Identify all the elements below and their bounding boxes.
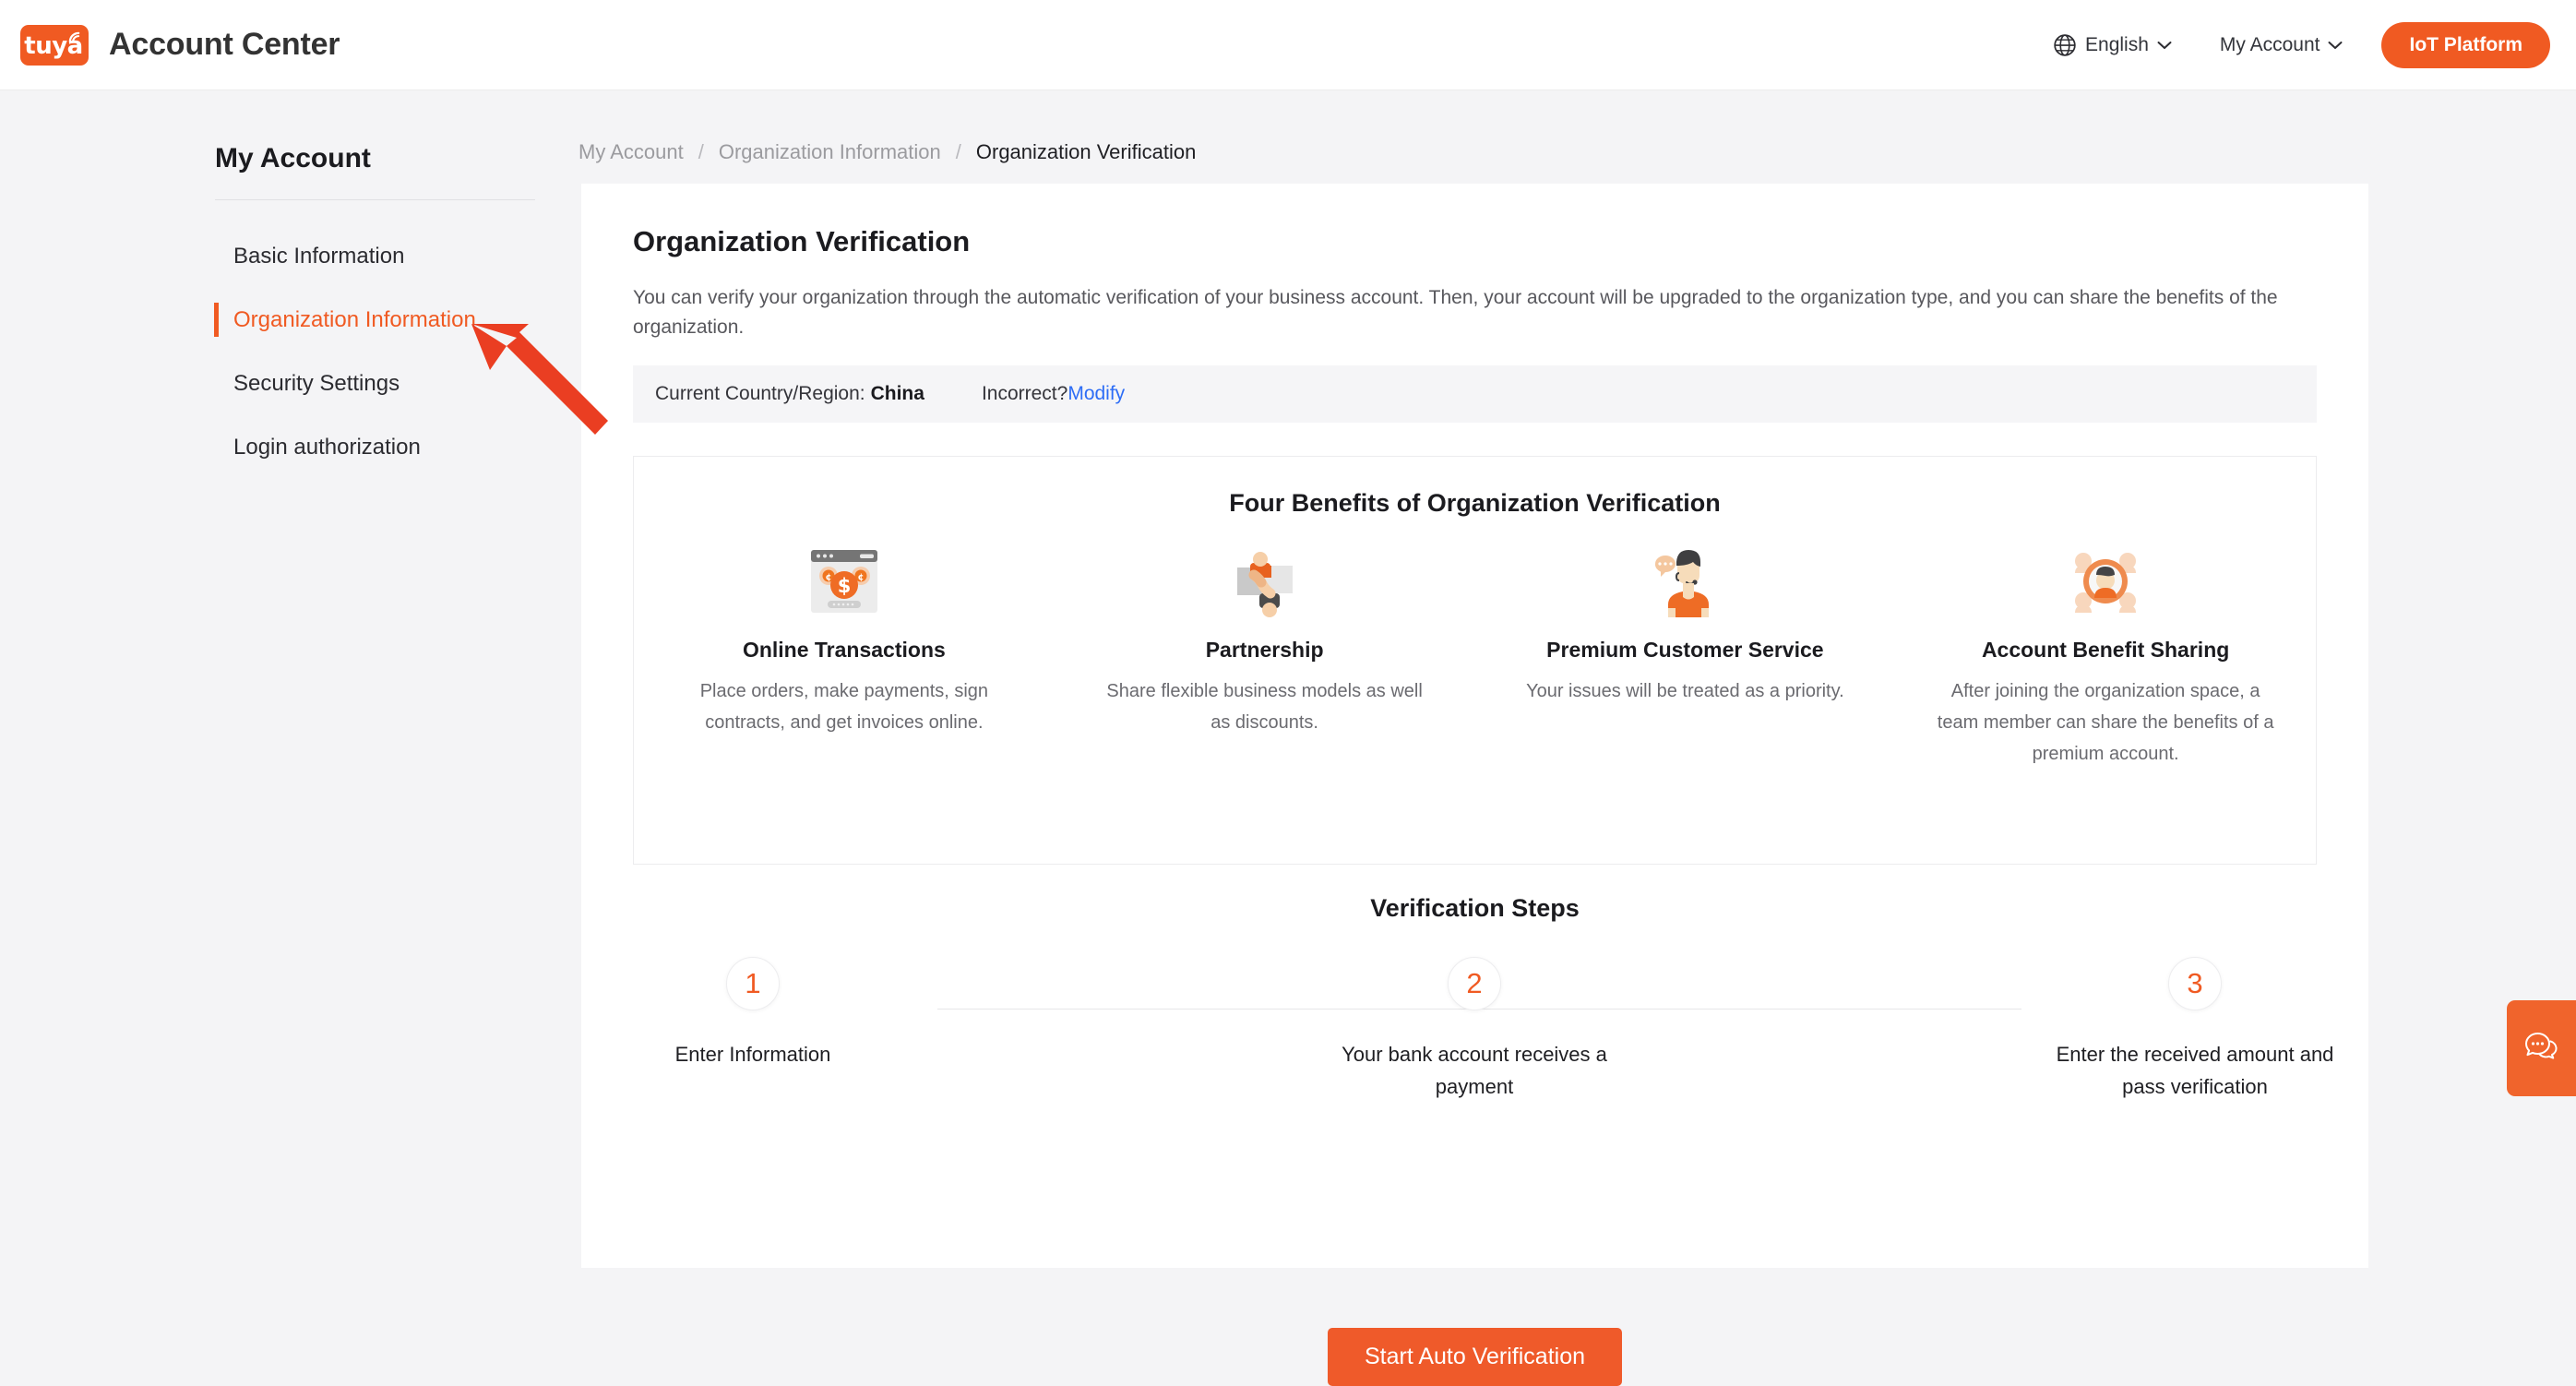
online-transactions-icon: ¢ ¢ $: [810, 550, 877, 613]
benefit-title: Partnership: [1205, 638, 1324, 662]
start-auto-verification-button[interactable]: Start Auto Verification: [1327, 1328, 1623, 1386]
iot-platform-button[interactable]: IoT Platform: [2381, 21, 2550, 68]
benefit-description: After joining the organization space, a …: [1937, 681, 2274, 764]
benefit-item: Partnership Share flexible business mode…: [1055, 545, 1475, 770]
brand-logo[interactable]: tuya Account Center: [20, 24, 340, 66]
step-number-badge: 1: [726, 957, 780, 1010]
breadcrumb: My Account / Organization Information / …: [578, 140, 1196, 164]
main-content-card: Organization Verification You can verify…: [581, 184, 2368, 1386]
wifi-arc-icon: [68, 31, 80, 42]
chat-bubble-icon: [2524, 1033, 2558, 1059]
country-label: Current Country/Region:: [655, 383, 865, 404]
sidebar-item-security-settings[interactable]: Security Settings: [0, 352, 581, 415]
sidebar: My Account Basic Information Organizatio…: [0, 91, 581, 1268]
country-value: China: [870, 383, 924, 404]
benefits-panel: Four Benefits of Organization Verificati…: [633, 456, 2317, 865]
modify-link[interactable]: Modify: [1067, 383, 1125, 405]
sidebar-item-organization-information[interactable]: Organization Information: [0, 288, 581, 352]
tuya-logo-icon: tuya: [20, 24, 89, 66]
customer-service-icon: [1655, 550, 1710, 617]
sidebar-item-basic-information[interactable]: Basic Information: [0, 224, 581, 288]
benefit-sharing-icon: [2075, 553, 2137, 613]
country-region-bar: Current Country/Region: China Incorrect?…: [633, 365, 2317, 423]
step-number-badge: 2: [1448, 957, 1501, 1010]
sidebar-title: My Account: [215, 143, 371, 173]
steps-title: Verification Steps: [1370, 894, 1580, 922]
header-actions: English My Account IoT Platform: [2029, 21, 2550, 68]
benefit-title: Account Benefit Sharing: [1981, 638, 2230, 662]
partnership-icon: [1236, 552, 1293, 617]
my-account-menu[interactable]: My Account: [2196, 34, 2367, 56]
benefits-list: ¢ ¢ $ Online Transactions Place orders, …: [634, 545, 2316, 770]
benefit-title: Premium Customer Service: [1546, 638, 1824, 662]
benefit-description: Your issues will be treated as a priorit…: [1526, 681, 1844, 701]
sidebar-divider: [215, 199, 535, 200]
chat-support-button[interactable]: [2507, 1000, 2576, 1096]
step-label: Enter Information: [674, 1043, 831, 1066]
chevron-down-icon: [2328, 41, 2343, 49]
page-title: Organization Verification: [633, 225, 971, 257]
footer-actions: Start Auto Verification: [581, 1328, 2368, 1386]
svg-text:¢: ¢: [857, 573, 864, 583]
chevron-down-icon: [2157, 41, 2172, 49]
step-number-badge: 3: [2168, 957, 2222, 1010]
benefit-item: ¢ ¢ $ Online Transactions Place orders, …: [634, 545, 1055, 770]
benefit-item: Premium Customer Service Your issues wil…: [1475, 545, 1896, 770]
app-header: tuya Account Center English My Account I…: [0, 0, 2576, 90]
sidebar-item-login-authorization[interactable]: Login authorization: [0, 415, 581, 479]
breadcrumb-item-organization-verification: Organization Verification: [975, 140, 1197, 163]
breadcrumb-separator: /: [698, 140, 704, 163]
benefits-title: Four Benefits of Organization Verificati…: [1229, 489, 1721, 517]
incorrect-label: Incorrect?: [981, 383, 1068, 404]
step-2: 2 Your bank account receives a payment: [1281, 957, 1668, 1103]
svg-text:$: $: [838, 575, 852, 597]
app-title: Account Center: [109, 27, 340, 62]
benefit-description: Place orders, make payments, sign contra…: [699, 681, 989, 733]
sidebar-menu: Basic Information Organization Informati…: [0, 224, 581, 479]
benefit-item: Account Benefit Sharing After joining th…: [1895, 545, 2316, 770]
step-label: Enter the received amount and pass verif…: [2056, 1043, 2334, 1098]
language-label: English: [2085, 33, 2149, 55]
step-label: Your bank account receives a payment: [1342, 1043, 1607, 1098]
page-description: You can verify your organization through…: [633, 287, 2278, 338]
breadcrumb-separator: /: [955, 140, 961, 163]
verification-steps: 1 Enter Information 2 Your bank account …: [633, 957, 2333, 1178]
svg-text:¢: ¢: [825, 573, 831, 583]
breadcrumb-item-my-account[interactable]: My Account: [578, 140, 684, 164]
language-selector[interactable]: English: [2029, 33, 2196, 57]
breadcrumb-item-organization-information[interactable]: Organization Information: [719, 140, 941, 164]
step-1: 1 Enter Information: [559, 957, 947, 1070]
globe-icon: [2054, 33, 2076, 56]
my-account-label: My Account: [2219, 33, 2320, 55]
benefit-title: Online Transactions: [742, 638, 946, 662]
step-3: 3 Enter the received amount and pass ver…: [2001, 957, 2389, 1103]
benefit-description: Share flexible business models as well a…: [1106, 681, 1423, 733]
